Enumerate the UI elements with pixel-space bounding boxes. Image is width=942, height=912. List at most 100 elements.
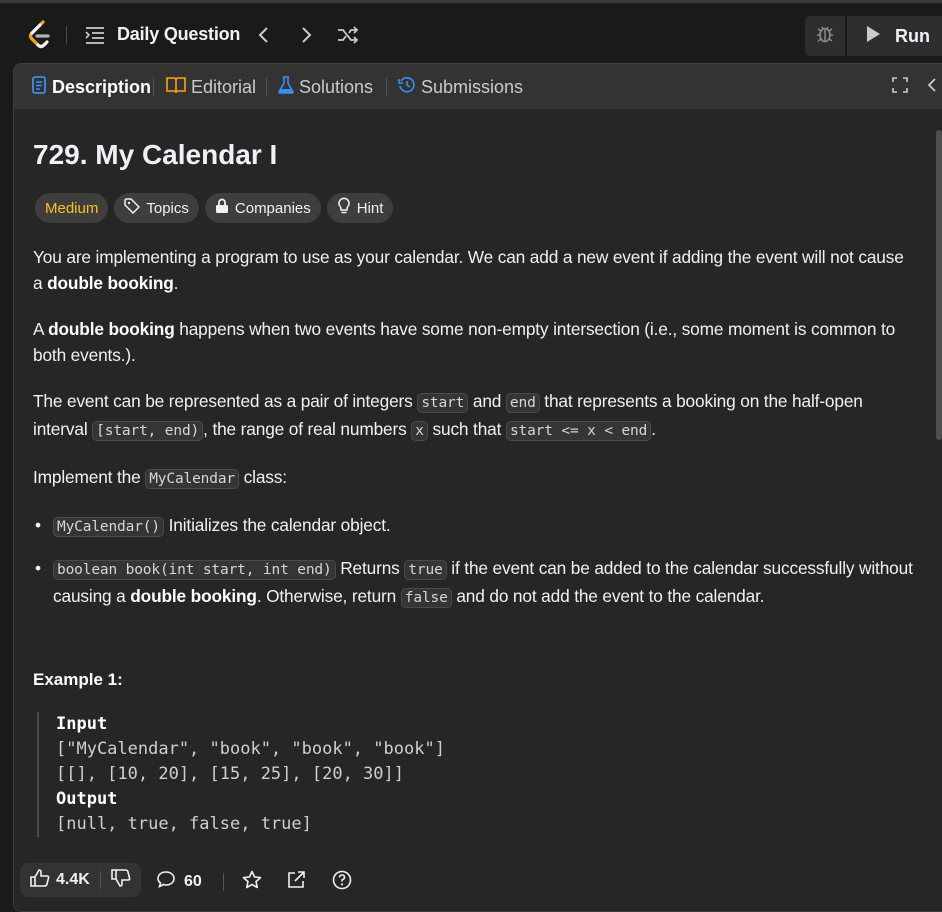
text: The event can be represented as a pair o… <box>33 391 418 411</box>
inline-code: MyCalendar() <box>53 517 164 537</box>
lock-icon <box>215 198 229 218</box>
description-panel: Description Editorial Solutions Submissi… <box>13 63 942 912</box>
run-label: Run <box>895 25 930 46</box>
tab-divider <box>153 78 154 96</box>
method-list: MyCalendar() Initializes the calendar ob… <box>33 512 913 611</box>
top-bar: Daily Question Run <box>0 0 942 62</box>
like-count: 4.4K <box>56 871 90 888</box>
help-icon <box>332 870 352 895</box>
text: . <box>173 273 179 293</box>
difficulty-label: Medium <box>45 199 99 217</box>
bug-icon <box>814 23 836 50</box>
tab-solutions[interactable]: Solutions <box>278 76 373 99</box>
inline-code: boolean book(int start, int end) <box>53 560 336 580</box>
collapse-icon[interactable] <box>926 77 938 98</box>
play-icon <box>865 25 881 48</box>
tab-divider <box>266 78 267 96</box>
problem-title: 729. My Calendar I <box>33 139 278 170</box>
paragraph: Implement the MyCalendar class: <box>33 464 913 492</box>
problem-description: You are implementing a program to use as… <box>33 244 913 626</box>
text: . <box>651 419 656 439</box>
vote-group: 4.4K <box>20 863 141 897</box>
text: . Otherwise, return <box>256 586 401 606</box>
example-input-label: Input <box>56 714 108 734</box>
history-icon <box>398 76 416 99</box>
text: and <box>468 391 506 411</box>
paragraph: A double booking happens when two events… <box>33 316 913 368</box>
inline-code: start <= x < end <box>505 421 652 441</box>
share-icon <box>286 870 306 895</box>
tab-bar: Description Editorial Solutions Submissi… <box>14 64 942 109</box>
difficulty-badge: Medium <box>35 193 109 223</box>
inline-code: [start, end) <box>92 421 204 441</box>
topics-button[interactable]: Topics <box>114 193 199 223</box>
text: class: <box>239 467 287 487</box>
companies-button[interactable]: Companies <box>204 193 321 223</box>
share-button[interactable] <box>286 870 306 895</box>
scrollbar-thumb[interactable] <box>936 130 942 440</box>
book-icon <box>166 76 186 99</box>
paragraph: The event can be represented as a pair o… <box>33 388 913 444</box>
tab-divider <box>386 78 387 96</box>
debug-button[interactable] <box>805 16 845 56</box>
tab-description[interactable]: Description <box>31 76 151 99</box>
favorite-button[interactable] <box>242 870 262 895</box>
tab-submissions[interactable]: Submissions <box>398 76 523 99</box>
comments-button[interactable]: 60 <box>156 870 202 893</box>
example-block: Input ["MyCalendar", "book", "book", "bo… <box>37 712 637 837</box>
run-button[interactable]: Run <box>847 16 942 56</box>
text: such that <box>427 419 506 439</box>
example-output-line: [null, true, false, true] <box>56 814 312 834</box>
comment-icon <box>156 870 176 893</box>
inline-code: end <box>505 393 540 413</box>
inline-code: x <box>411 421 428 441</box>
paragraph: You are implementing a program to use as… <box>33 244 913 296</box>
maximize-icon[interactable] <box>892 77 908 98</box>
tab-editorial-label: Editorial <box>191 77 257 97</box>
chevron-right-icon[interactable] <box>293 22 319 48</box>
leetcode-logo[interactable] <box>26 19 54 51</box>
list-item: boolean book(int start, int end) Returns… <box>33 555 913 611</box>
example-heading: Example 1: <box>33 670 123 689</box>
list-icon[interactable] <box>84 25 106 45</box>
tab-submissions-label: Submissions <box>421 77 524 97</box>
inline-code: start <box>417 393 469 413</box>
bold-text: double booking <box>48 319 175 339</box>
thumbs-down-icon[interactable] <box>110 868 131 892</box>
list-item: MyCalendar() Initializes the calendar ob… <box>33 512 913 540</box>
companies-label: Companies <box>234 199 311 217</box>
hint-button[interactable]: Hint <box>326 193 394 223</box>
divider <box>223 873 224 891</box>
text: Returns <box>335 558 405 578</box>
panel-controls <box>892 77 938 98</box>
tag-row: Medium Topics Companies Hint <box>35 193 394 223</box>
bold-text: double booking <box>130 586 257 606</box>
tab-editorial[interactable]: Editorial <box>166 76 256 99</box>
text: and do not add the event to the calendar… <box>451 586 765 606</box>
inline-code: true <box>404 560 447 580</box>
tag-icon <box>124 198 141 218</box>
tab-solutions-label: Solutions <box>299 77 374 97</box>
problem-content: 729. My Calendar I Medium Topics Compani… <box>14 109 942 854</box>
example-input-line: [[], [10, 20], [15, 25], [20, 30]] <box>56 764 404 784</box>
shuffle-icon[interactable] <box>335 22 361 48</box>
example-output-label: Output <box>56 789 118 809</box>
divider <box>66 26 67 44</box>
text: A <box>33 319 49 339</box>
topics-label: Topics <box>146 199 189 217</box>
daily-question-label[interactable]: Daily Question <box>117 24 240 45</box>
tab-description-label: Description <box>52 77 152 97</box>
inline-code: false <box>400 588 452 608</box>
bottom-bar: 4.4K 60 <box>14 854 942 911</box>
inline-code: MyCalendar <box>145 469 240 489</box>
lightbulb-icon <box>337 197 351 219</box>
bold-text: double booking <box>47 273 174 293</box>
hint-label: Hint <box>356 199 384 217</box>
chevron-left-icon[interactable] <box>251 22 277 48</box>
thumbs-up-icon[interactable] <box>30 868 50 892</box>
comment-count: 60 <box>184 872 202 890</box>
text: Initializes the calendar object. <box>163 515 391 535</box>
text: Implement the <box>33 467 146 487</box>
help-button[interactable] <box>332 870 352 895</box>
text: , the range of real numbers <box>203 419 412 439</box>
